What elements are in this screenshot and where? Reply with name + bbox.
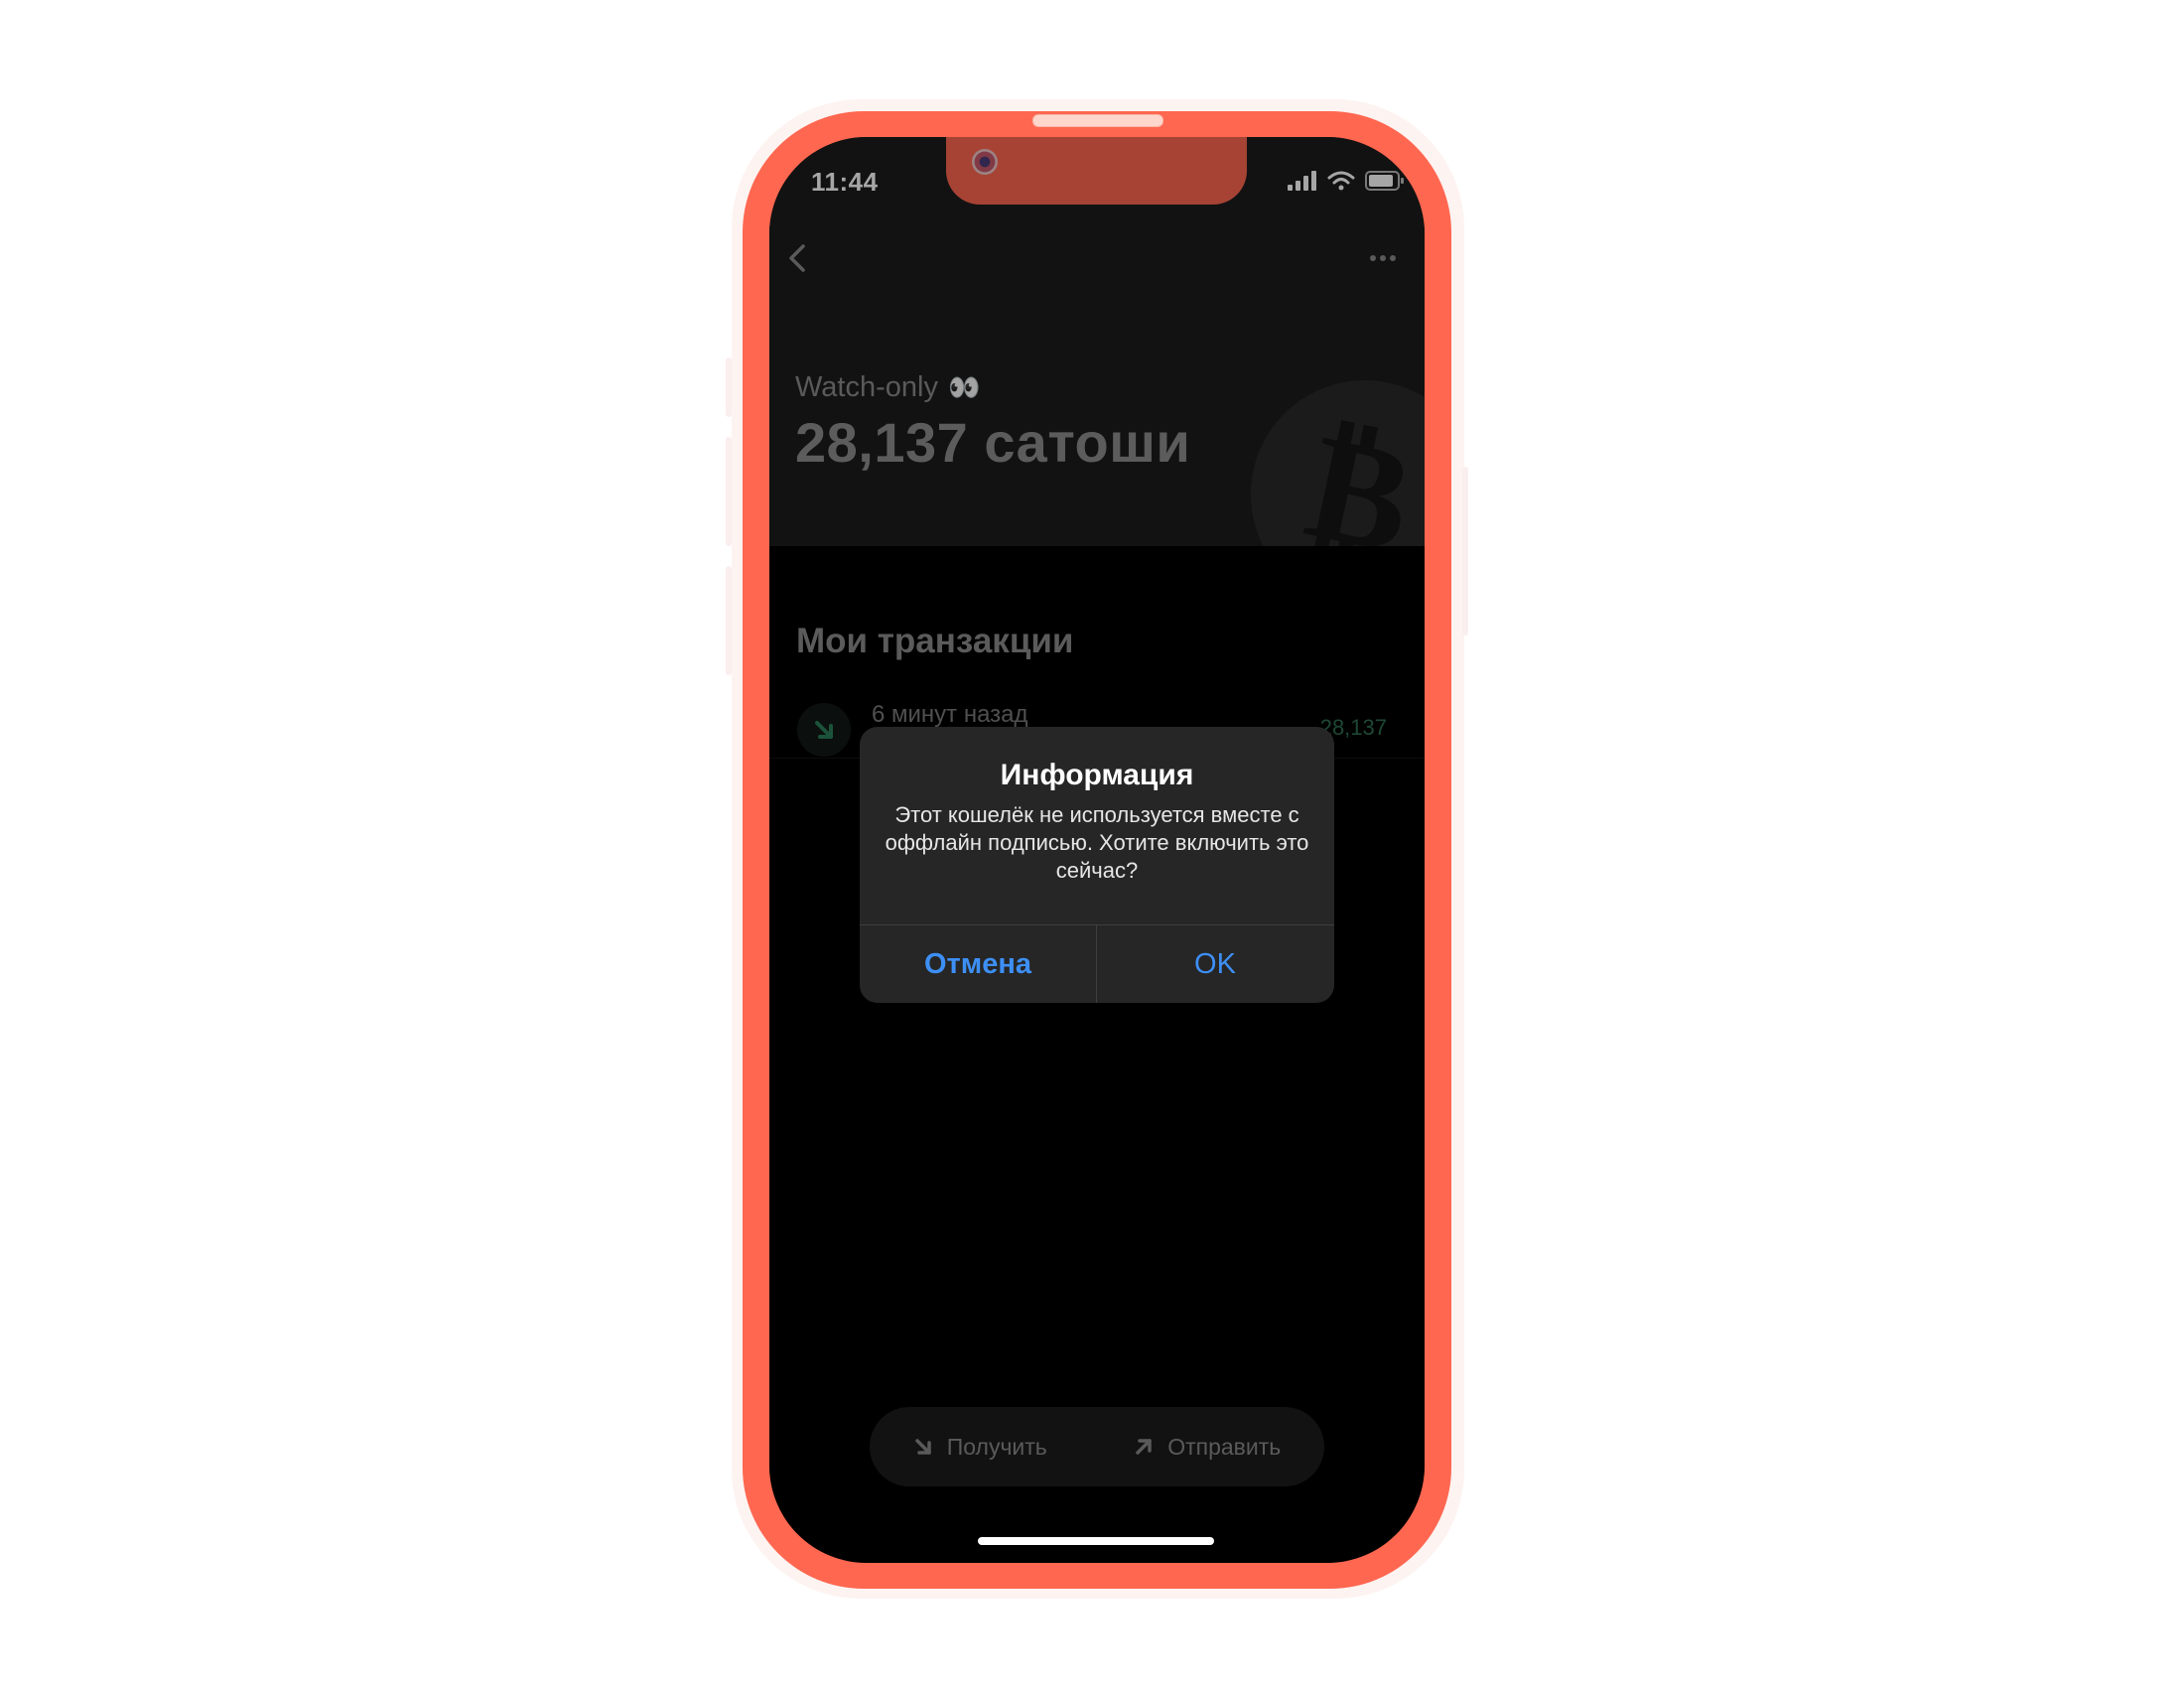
- info-alert: Информация Этот кошелёк не используется …: [860, 727, 1334, 1003]
- alert-title: Информация: [1000, 759, 1194, 791]
- earpiece-speaker: [1032, 114, 1163, 127]
- stage: ₿ Watch-only 👀 28,137 сатоши 11:44 Мои т…: [0, 0, 2184, 1688]
- cancel-button[interactable]: Отмена: [860, 925, 1096, 1003]
- side-button: [726, 437, 732, 546]
- ok-button[interactable]: OK: [1097, 925, 1333, 1003]
- side-button: [726, 357, 732, 417]
- alert-message: Этот кошелёк не используется вместе с оф…: [885, 802, 1309, 883]
- phone-screen: ₿ Watch-only 👀 28,137 сатоши 11:44 Мои т…: [769, 137, 1425, 1563]
- side-button: [726, 566, 732, 675]
- side-button: [1462, 467, 1468, 635]
- home-indicator[interactable]: [978, 1537, 1214, 1545]
